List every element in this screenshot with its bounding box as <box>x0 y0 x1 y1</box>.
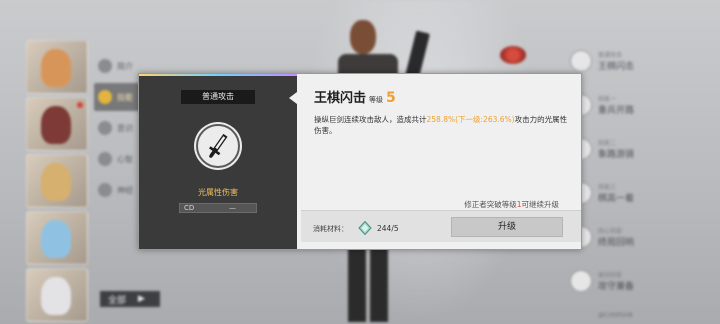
figure-head <box>350 20 376 54</box>
side-item-mind[interactable]: 心智 <box>94 145 140 173</box>
side-item-label: 简介 <box>117 61 133 71</box>
skill-list-item[interactable]: 技能一 重兵开路 <box>570 84 710 126</box>
profile-icon <box>98 59 112 73</box>
watermark: @CrtSR508 <box>598 312 633 319</box>
side-item-label: 意识 <box>117 123 133 133</box>
cooldown-bar: CD — <box>179 203 257 213</box>
avatar <box>41 106 71 144</box>
skill-list-sub: 技能二 <box>598 140 617 147</box>
skill-detail-dialog: 普通攻击 光属性伤害 CD — 王棋闪击 等级 5 操纵巨剑连续攻击敌人，造成共… <box>138 73 582 250</box>
skill-list-icon <box>570 270 592 292</box>
chevron-right-icon: ▶ <box>138 294 145 304</box>
all-filter-label: 全部 <box>108 295 127 306</box>
level-value: 5 <box>386 90 396 106</box>
skill-title: 王棋闪击 等级 5 <box>314 87 396 106</box>
skill-description: 操纵巨剑连续攻击敌人，造成共计258.8%(下一级:263.6%)攻击力的光属性… <box>314 114 569 136</box>
side-item-memory[interactable]: 意识 <box>94 114 140 142</box>
neural-icon <box>98 183 112 197</box>
cost-row: 消耗材料： 244/5 升级 <box>301 210 581 242</box>
side-item-neural[interactable]: 神经 <box>94 176 140 204</box>
pointer-arrow <box>289 92 297 104</box>
skill-name: 王棋闪击 <box>314 91 367 106</box>
skill-list-sub: 被动技能 <box>598 272 623 279</box>
mind-icon <box>98 152 112 166</box>
skill-type-label: 普通攻击 <box>181 90 255 104</box>
skill-list-name: 象路游骑 <box>598 150 635 160</box>
skill-list-name: 重兵开路 <box>598 106 635 116</box>
skill-list-item[interactable]: 技能二 象路游骑 <box>570 128 710 170</box>
character-card[interactable] <box>26 268 88 322</box>
cooldown-value: — <box>229 204 236 212</box>
cooldown-label: CD <box>184 204 195 212</box>
damage-value: 258.8%(下一级:263.6%) <box>426 115 515 124</box>
character-card[interactable] <box>26 211 88 265</box>
notification-dot <box>77 102 83 108</box>
skill-list-item[interactable]: 技能三 棋高一着 <box>570 172 710 214</box>
character-card[interactable] <box>26 154 88 208</box>
side-item-skill[interactable]: 技能 <box>94 83 140 111</box>
side-item-profile[interactable]: 简介 <box>94 52 140 80</box>
avatar <box>41 277 71 315</box>
memory-icon <box>98 121 112 135</box>
skill-summary-panel: 普通攻击 光属性伤害 CD — <box>139 74 297 249</box>
emblem-icon <box>500 46 526 64</box>
skill-list-sub: 普通攻击 <box>598 52 623 59</box>
breakthrough-text: 可继续升级 <box>521 200 560 209</box>
character-card[interactable] <box>26 40 88 94</box>
all-filter-button[interactable]: 全部 ▶ <box>100 291 160 307</box>
skill-list: 普通攻击王棋闪击 技能一重兵开路 技能二象路游骑 技能三棋高一着 核心技能终局回… <box>570 40 710 304</box>
skill-list-item[interactable]: 核心技能 终局回响 <box>570 216 710 258</box>
skill-list-item[interactable]: 普通攻击 王棋闪击 <box>570 40 710 82</box>
character-list <box>26 40 88 324</box>
side-item-label: 神经 <box>117 185 133 195</box>
description-text: 操纵巨剑连续攻击敌人，造成共计 <box>314 115 427 124</box>
material-crystal-icon[interactable] <box>358 220 372 236</box>
skill-list-name: 棋高一着 <box>598 194 635 204</box>
side-item-label: 心智 <box>117 154 133 164</box>
side-item-label: 技能 <box>117 92 133 102</box>
skill-list-sub: 核心技能 <box>598 228 623 235</box>
cost-label: 消耗材料： <box>313 225 348 233</box>
skill-list-name: 王棋闪击 <box>598 62 635 72</box>
breakthrough-hint: 修正者突破等级1可继续升级 <box>464 199 559 210</box>
avatar <box>41 49 71 87</box>
skill-icon <box>98 90 112 104</box>
material-count: 244/5 <box>377 224 399 233</box>
upgrade-button[interactable]: 升级 <box>451 217 563 237</box>
skill-list-sub: 技能三 <box>598 184 617 191</box>
avatar <box>41 163 71 201</box>
skill-list-icon <box>570 50 592 72</box>
level-label: 等级 <box>369 96 384 104</box>
skill-list-item[interactable]: 被动技能 攻守兼备 <box>570 260 710 302</box>
character-card[interactable] <box>26 97 88 151</box>
breakthrough-text: 修正者突破等级 <box>464 200 517 209</box>
avatar <box>41 220 71 258</box>
side-menu: 简介 技能 意识 心智 神经 <box>94 52 140 207</box>
skill-list-name: 终局回响 <box>598 238 635 248</box>
element-label: 光属性伤害 <box>198 188 238 197</box>
skill-list-name: 攻守兼备 <box>598 282 635 292</box>
skill-list-sub: 技能一 <box>598 96 617 103</box>
sword-icon <box>196 124 240 168</box>
